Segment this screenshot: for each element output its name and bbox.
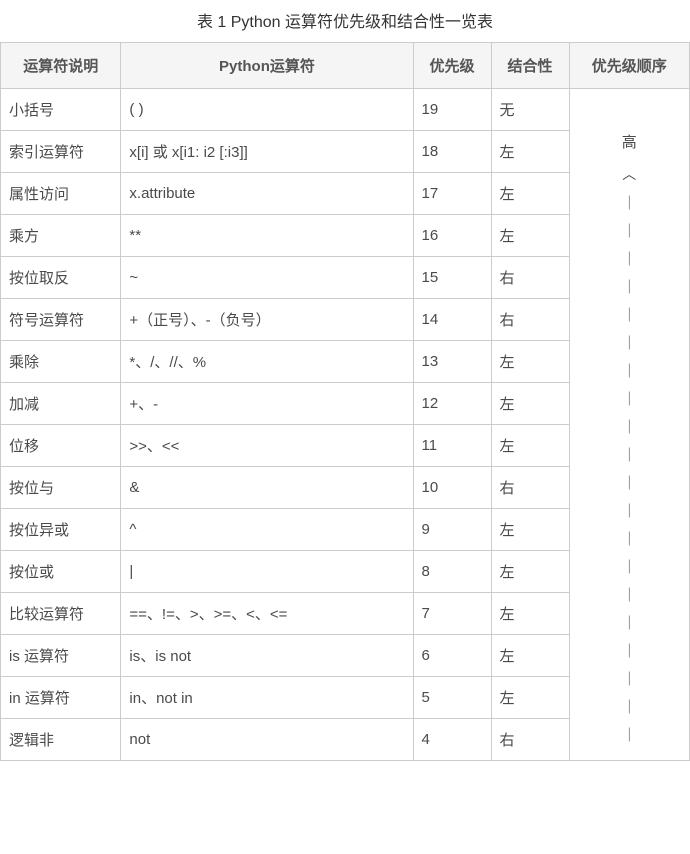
cell-prio: 8 [413, 551, 491, 593]
order-dash: ｜ [578, 413, 681, 441]
cell-desc: 位移 [1, 425, 121, 467]
header-op: Python运算符 [121, 43, 413, 89]
order-dash: ｜ [578, 609, 681, 637]
cell-assoc: 左 [491, 593, 569, 635]
cell-prio: 4 [413, 719, 491, 761]
cell-op: ^ [121, 509, 413, 551]
cell-desc: 加减 [1, 383, 121, 425]
cell-op: x[i] 或 x[i1: i2 [:i3]] [121, 131, 413, 173]
cell-assoc: 左 [491, 635, 569, 677]
cell-op: ( ) [121, 89, 413, 131]
cell-op: +、- [121, 383, 413, 425]
cell-op: >>、<< [121, 425, 413, 467]
cell-prio: 13 [413, 341, 491, 383]
order-dash: ｜ [578, 497, 681, 525]
cell-prio: 17 [413, 173, 491, 215]
cell-op: & [121, 467, 413, 509]
order-dash: ｜ [578, 357, 681, 385]
cell-desc: 按位或 [1, 551, 121, 593]
cell-desc: 逻辑非 [1, 719, 121, 761]
cell-prio: 11 [413, 425, 491, 467]
cell-prio: 18 [413, 131, 491, 173]
cell-prio: 10 [413, 467, 491, 509]
operator-precedence-table: 运算符说明 Python运算符 优先级 结合性 优先级顺序 小括号 ( ) 19… [0, 42, 690, 761]
order-dash: ｜ [578, 273, 681, 301]
cell-assoc: 无 [491, 89, 569, 131]
cell-prio: 6 [413, 635, 491, 677]
order-dash: ｜ [578, 469, 681, 497]
cell-prio: 12 [413, 383, 491, 425]
order-dash: ｜ [578, 189, 681, 217]
cell-desc: 比较运算符 [1, 593, 121, 635]
header-desc: 运算符说明 [1, 43, 121, 89]
cell-desc: 乘除 [1, 341, 121, 383]
order-high-label: 高 [578, 129, 681, 156]
order-dash: ｜ [578, 721, 681, 749]
cell-assoc: 左 [491, 173, 569, 215]
cell-assoc: 右 [491, 719, 569, 761]
cell-desc: in 运算符 [1, 677, 121, 719]
table-header-row: 运算符说明 Python运算符 优先级 结合性 优先级顺序 [1, 43, 690, 89]
order-dash: ｜ [578, 665, 681, 693]
cell-assoc: 右 [491, 299, 569, 341]
cell-prio: 9 [413, 509, 491, 551]
table-row: 小括号 ( ) 19 无 高 ︿ ｜ ｜ ｜ ｜ ｜ ｜ ｜ ｜ ｜ ｜ ｜ ｜… [1, 89, 690, 131]
cell-desc: 按位与 [1, 467, 121, 509]
cell-desc: 按位取反 [1, 257, 121, 299]
cell-desc: 按位异或 [1, 509, 121, 551]
header-prio: 优先级 [413, 43, 491, 89]
order-dash: ｜ [578, 441, 681, 469]
arrow-up-icon: ︿ [578, 162, 681, 187]
cell-desc: 索引运算符 [1, 131, 121, 173]
order-dash: ｜ [578, 385, 681, 413]
cell-op: +（正号）、-（负号） [121, 299, 413, 341]
header-order: 优先级顺序 [569, 43, 689, 89]
cell-assoc: 左 [491, 215, 569, 257]
cell-op: is、is not [121, 635, 413, 677]
cell-op: not [121, 719, 413, 761]
cell-assoc: 右 [491, 467, 569, 509]
cell-assoc: 左 [491, 551, 569, 593]
cell-assoc: 左 [491, 341, 569, 383]
cell-prio: 15 [413, 257, 491, 299]
cell-assoc: 左 [491, 425, 569, 467]
cell-op: ==、!=、>、>=、<、<= [121, 593, 413, 635]
cell-op: ~ [121, 257, 413, 299]
order-dash: ｜ [578, 245, 681, 273]
cell-op: in、not in [121, 677, 413, 719]
cell-prio: 7 [413, 593, 491, 635]
cell-prio: 14 [413, 299, 491, 341]
cell-assoc: 左 [491, 383, 569, 425]
order-dash: ｜ [578, 693, 681, 721]
cell-desc: is 运算符 [1, 635, 121, 677]
order-dash: ｜ [578, 637, 681, 665]
table-caption: 表 1 Python 运算符优先级和结合性一览表 [0, 0, 690, 42]
cell-order: 高 ︿ ｜ ｜ ｜ ｜ ｜ ｜ ｜ ｜ ｜ ｜ ｜ ｜ ｜ ｜ ｜ ｜ ｜ ｜ [569, 89, 689, 761]
cell-assoc: 左 [491, 131, 569, 173]
cell-op: | [121, 551, 413, 593]
order-dash: ｜ [578, 301, 681, 329]
cell-assoc: 左 [491, 509, 569, 551]
cell-prio: 16 [413, 215, 491, 257]
cell-desc: 小括号 [1, 89, 121, 131]
cell-desc: 属性访问 [1, 173, 121, 215]
order-dash: ｜ [578, 525, 681, 553]
cell-op: *、/、//、% [121, 341, 413, 383]
cell-desc: 符号运算符 [1, 299, 121, 341]
cell-assoc: 左 [491, 677, 569, 719]
cell-op: ** [121, 215, 413, 257]
order-dash: ｜ [578, 329, 681, 357]
cell-assoc: 右 [491, 257, 569, 299]
order-dash: ｜ [578, 581, 681, 609]
order-dash: ｜ [578, 217, 681, 245]
cell-desc: 乘方 [1, 215, 121, 257]
cell-op: x.attribute [121, 173, 413, 215]
header-assoc: 结合性 [491, 43, 569, 89]
cell-prio: 19 [413, 89, 491, 131]
cell-prio: 5 [413, 677, 491, 719]
order-dash: ｜ [578, 553, 681, 581]
